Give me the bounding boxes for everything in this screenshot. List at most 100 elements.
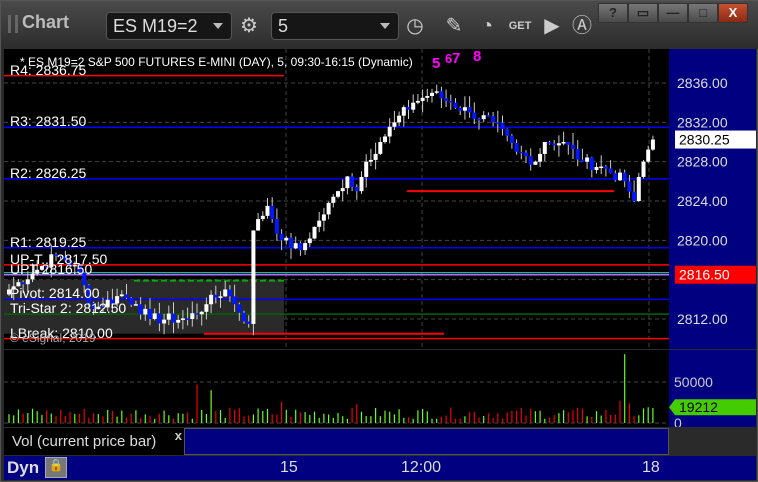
candle-body — [279, 233, 284, 241]
candle-body — [415, 100, 420, 103]
candle-body — [185, 318, 190, 320]
candle-body — [636, 176, 641, 201]
candle-body — [650, 139, 655, 150]
candle-body — [481, 115, 486, 120]
candle-body — [622, 172, 627, 182]
candle-body — [321, 214, 326, 221]
candle-body — [209, 294, 214, 305]
level-label: R1: 2819.25 — [10, 233, 87, 250]
restore-menu-button[interactable]: ▭ — [628, 3, 658, 23]
candle-body — [472, 112, 477, 119]
candle-body — [293, 243, 298, 249]
level-label: R2: 2826.25 — [10, 164, 87, 181]
interval-select[interactable]: 5 — [271, 12, 399, 40]
price-tick: 2824.00 — [677, 193, 728, 209]
level-label: UPT 2816.50 — [10, 260, 93, 277]
candle-body — [171, 313, 176, 323]
candle-body — [204, 304, 209, 312]
candle-body — [345, 176, 350, 189]
candle-body — [477, 118, 481, 121]
minimize-button[interactable]: — — [658, 3, 688, 23]
volume-chart[interactable] — [4, 350, 669, 427]
candle-body — [411, 102, 416, 110]
price-tick: 2832.00 — [677, 114, 728, 130]
candle-body — [542, 141, 547, 154]
time-axis[interactable]: Dyn 🔒 15 12:00 18 — [4, 456, 756, 480]
candle-body — [312, 226, 317, 239]
candle-body — [129, 297, 134, 305]
volume-label: Vol (current price bar) — [12, 433, 157, 450]
count-label: 7 — [452, 50, 461, 67]
close-button[interactable]: X — [718, 3, 748, 23]
candle-body — [359, 176, 364, 192]
volume-axis[interactable]: 50000 0 19212 — [669, 350, 756, 431]
help-button[interactable]: ? — [598, 3, 628, 23]
price-axis[interactable]: 2836.00 2832.00 2828.00 2824.00 2820.00 2812.… — [669, 49, 756, 349]
candle-body — [552, 143, 557, 146]
symbol-select[interactable]: ES M19=2 — [106, 12, 232, 40]
candle-body — [420, 97, 425, 101]
candle-body — [585, 157, 590, 162]
candle-body — [632, 191, 637, 201]
candle-body — [232, 296, 237, 305]
candle-body — [298, 243, 303, 251]
price-tick: 2812.00 — [677, 311, 728, 327]
candle-body — [246, 321, 251, 324]
candle-body — [284, 237, 289, 241]
level-label: Pivot: 2814.00 — [10, 285, 100, 302]
volume-tick: 0 — [674, 415, 682, 427]
candle-body — [199, 311, 204, 315]
candle-body — [256, 219, 261, 231]
candle-body — [627, 181, 632, 192]
study-panel-area — [184, 428, 669, 455]
close-study-icon[interactable]: x — [175, 428, 182, 443]
candle-body — [213, 294, 218, 298]
pencil-icon[interactable]: ✎ — [439, 11, 469, 41]
candle-body — [646, 149, 651, 162]
candle-body — [556, 143, 561, 146]
settings-icon[interactable]: ⚙ — [234, 11, 264, 41]
candle-body — [265, 205, 270, 216]
last-price: 2830.25 — [679, 132, 730, 148]
candle-body — [242, 312, 246, 322]
candle-body — [373, 153, 378, 160]
clock-icon[interactable]: ◷ — [400, 11, 430, 41]
candle-body — [397, 115, 402, 123]
candle-body — [594, 167, 599, 170]
candle-body — [509, 135, 514, 144]
play-icon[interactable]: ▶ — [537, 11, 567, 41]
marker-price: 2816.50 — [679, 267, 730, 283]
study-icon[interactable]: ◔ — [472, 11, 502, 41]
candle-body — [378, 141, 383, 154]
candle-body — [331, 196, 336, 203]
get-icon[interactable]: GET — [505, 11, 535, 41]
candle-body — [143, 308, 148, 315]
level-label: R3: 2831.50 — [10, 113, 87, 130]
candle-body — [368, 159, 373, 162]
lock-icon[interactable]: 🔒 — [45, 457, 67, 478]
candle-body — [25, 279, 30, 285]
candle-body — [533, 161, 538, 165]
price-chart[interactable]: * ES M19=2 S&P 500 FUTURES E-MINI (DAY),… — [4, 48, 669, 349]
candle-body — [500, 122, 505, 130]
candle-body — [364, 161, 369, 177]
maximize-button[interactable]: □ — [688, 3, 718, 23]
candle-body — [270, 205, 275, 220]
candle-body — [453, 102, 458, 108]
a-icon[interactable]: Ⓐ — [567, 11, 597, 41]
drag-handle[interactable] — [8, 15, 18, 33]
price-tick: 2828.00 — [677, 154, 728, 170]
candle-body — [448, 100, 453, 103]
time-tick: 18 — [642, 459, 660, 476]
candle-body — [425, 96, 430, 98]
candle-body — [190, 313, 195, 319]
candle-body — [575, 149, 580, 160]
candle-body — [618, 172, 622, 181]
candle-body — [434, 91, 439, 93]
last-volume: 19212 — [679, 399, 718, 415]
candle-body — [547, 141, 552, 144]
candle-body — [354, 187, 359, 192]
candle-body — [580, 159, 585, 162]
volume-study-label: Vol (current price bar) x — [4, 428, 184, 455]
volume-tick: 50000 — [674, 374, 713, 390]
